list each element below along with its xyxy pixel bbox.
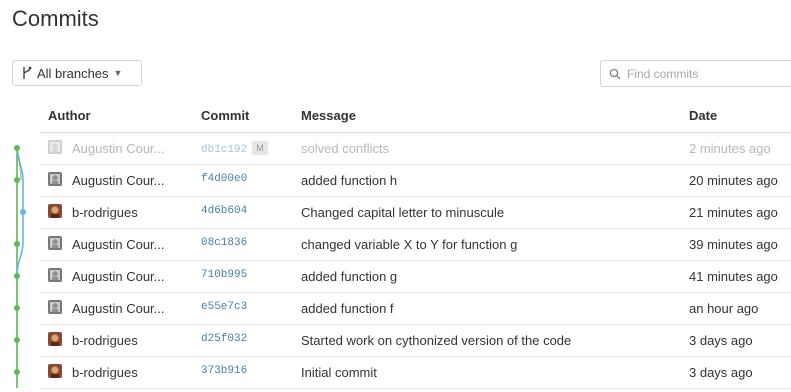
avatar (48, 204, 62, 218)
table-row[interactable]: Augustin Cour... e55e7c3 added function f a… (40, 293, 791, 325)
author-name[interactable]: Augustin Cour... (72, 237, 165, 252)
page-title: Commits (12, 6, 99, 31)
commit-message[interactable]: added function g (301, 269, 397, 284)
search-box[interactable] (600, 60, 791, 87)
commit-date: 21 minutes ago (689, 205, 778, 220)
graph-node (14, 305, 20, 311)
search-input[interactable] (627, 66, 777, 81)
graph-node (14, 145, 20, 151)
caret-down-icon: ▼ (113, 68, 123, 78)
commit-hash-link[interactable]: 710b995 (201, 269, 247, 281)
table-row[interactable]: b-rodrigues d25f032 Started work on cython… (40, 325, 791, 357)
table-row[interactable]: Augustin Cour... 08c1836 changed variable … (40, 229, 791, 261)
table-row[interactable]: b-rodrigues 373b916 Initial commit 3 days a… (40, 357, 791, 389)
merge-badge: M (252, 141, 268, 155)
commit-message[interactable]: solved conflicts (301, 141, 389, 156)
commit-graph (14, 145, 26, 388)
commit-hash-cell: f4d00e0 (201, 173, 247, 185)
column-header-message[interactable]: Message (301, 108, 356, 123)
branch-selector-label: All branches (37, 65, 109, 81)
avatar (48, 268, 62, 282)
commit-date: 20 minutes ago (689, 173, 778, 188)
author-name[interactable]: b-rodrigues (72, 333, 138, 348)
commit-hash-link[interactable]: db1c192 (201, 144, 247, 156)
table-row[interactable]: Augustin Cour... 710b995 added function g 4… (40, 261, 791, 293)
commit-hash-cell: 373b916 (201, 365, 247, 377)
branch-selector-button[interactable]: All branches ▼ (12, 60, 142, 86)
table-row[interactable]: b-rodrigues 4d6b604 Changed capital letter… (40, 197, 791, 229)
commit-message[interactable]: Initial commit (301, 365, 377, 380)
commit-date: 2 minutes ago (689, 141, 771, 156)
commit-message[interactable]: Started work on cythonized version of th… (301, 333, 571, 348)
column-header-author[interactable]: Author (48, 108, 91, 123)
commit-date: an hour ago (689, 301, 759, 316)
commit-date: 3 days ago (689, 333, 753, 348)
commit-hash-cell: e55e7c3 (201, 301, 247, 313)
graph-node (14, 241, 20, 247)
commit-hash-cell: 710b995 (201, 269, 247, 281)
avatar (48, 236, 62, 250)
graph-node (20, 209, 26, 215)
commit-date: 3 days ago (689, 365, 753, 380)
avatar (48, 300, 62, 314)
commit-hash-link[interactable]: 4d6b604 (201, 205, 247, 217)
commit-date: 41 minutes ago (689, 269, 778, 284)
author-name[interactable]: b-rodrigues (72, 205, 138, 220)
avatar (48, 172, 62, 186)
column-header-date[interactable]: Date (689, 108, 717, 123)
avatar (48, 140, 62, 154)
commit-hash-cell: d25f032 (201, 333, 247, 345)
avatar (48, 332, 62, 346)
table-body: Augustin Cour... db1c192 Msolved conflicts… (40, 133, 791, 389)
commit-message[interactable]: changed variable X to Y for function g (301, 237, 517, 252)
graph-node (14, 337, 20, 343)
table-row[interactable]: Augustin Cour... f4d00e0 added function h 2… (40, 165, 791, 197)
commit-hash-cell: 08c1836 (201, 237, 247, 249)
author-name[interactable]: Augustin Cour... (72, 269, 165, 284)
commit-message[interactable]: added function h (301, 173, 397, 188)
author-name[interactable]: Augustin Cour... (72, 301, 165, 316)
graph-node (14, 177, 20, 183)
table-header: Author Commit Message Date (40, 101, 791, 133)
commit-hash-link[interactable]: e55e7c3 (201, 301, 247, 313)
author-name[interactable]: Augustin Cour... (72, 141, 165, 156)
commit-message[interactable]: added function f (301, 301, 394, 316)
author-name[interactable]: b-rodrigues (72, 365, 138, 380)
column-header-commit[interactable]: Commit (201, 108, 249, 123)
avatar (48, 364, 62, 378)
author-name[interactable]: Augustin Cour... (72, 173, 165, 188)
commit-message[interactable]: Changed capital letter to minuscule (301, 205, 504, 220)
graph-node (14, 369, 20, 375)
table-row[interactable]: Augustin Cour... db1c192 Msolved conflicts… (40, 133, 791, 165)
commit-hash-cell: db1c192 M (201, 141, 268, 156)
search-icon (609, 68, 621, 80)
commit-hash-link[interactable]: 08c1836 (201, 237, 247, 249)
commit-hash-cell: 4d6b604 (201, 205, 247, 217)
graph-node (14, 273, 20, 279)
git-branch-icon (21, 66, 33, 80)
commit-date: 39 minutes ago (689, 237, 778, 252)
commit-hash-link[interactable]: d25f032 (201, 333, 247, 345)
commit-hash-link[interactable]: f4d00e0 (201, 173, 247, 185)
commit-hash-link[interactable]: 373b916 (201, 365, 247, 377)
